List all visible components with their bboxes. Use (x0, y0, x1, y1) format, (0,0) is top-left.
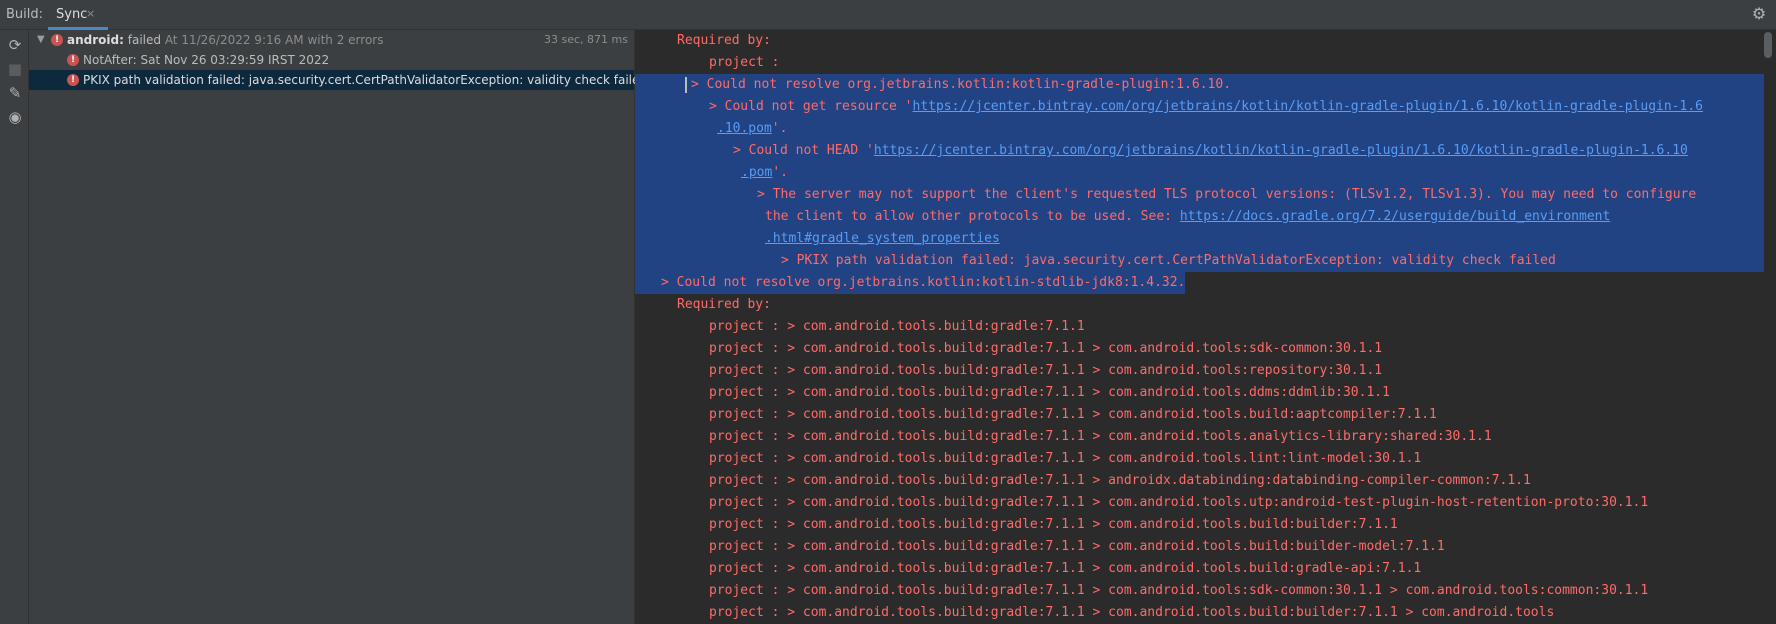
console-text: project : > com.android.tools.build:grad… (709, 583, 1649, 598)
build-duration: 33 sec, 871 ms (544, 33, 628, 46)
console-text: project : > com.android.tools.build:grad… (709, 363, 1383, 378)
console-text: project : > com.android.tools.build:grad… (709, 539, 1445, 554)
console-text: project : > com.android.tools.build:grad… (709, 561, 1422, 576)
stop-icon: ■ (7, 60, 23, 78)
text-caret (685, 76, 687, 93)
console-line: > PKIX path validation failed: java.secu… (635, 250, 1764, 272)
console-line: > Could not resolve org.jetbrains.kotlin… (635, 272, 1186, 294)
console-text-suffix: '. (772, 165, 788, 180)
console-text: project : > com.android.tools.build:grad… (709, 385, 1390, 400)
tree-root-label: android: failed At 11/26/2022 9:16 AM wi… (67, 30, 383, 50)
console-line: project : > com.android.tools.build:grad… (635, 492, 1648, 514)
pin-icon[interactable]: ✎ (6, 84, 24, 102)
console-text: the client to allow other protocols to b… (765, 209, 1180, 224)
console-text: > Could not HEAD ' (733, 143, 874, 158)
build-toolbar: ⟳ ■ ✎ ◉ (0, 30, 29, 624)
console-text: project : > com.android.tools.build:grad… (709, 341, 1383, 356)
console-link[interactable]: .pom (741, 165, 772, 180)
console-text: > The server may not support the client'… (757, 187, 1697, 202)
console-line: > The server may not support the client'… (635, 184, 1764, 206)
console-line: project : > com.android.tools.build:grad… (635, 514, 1398, 536)
console-line: project : > com.android.tools.build:grad… (635, 360, 1382, 382)
console-link[interactable]: https://jcenter.bintray.com/org/jetbrain… (874, 143, 1688, 158)
console-line: project : > com.android.tools.build:grad… (635, 448, 1421, 470)
console-text: > PKIX path validation failed: java.secu… (781, 253, 1556, 268)
console-line: .html#gradle_system_properties (635, 228, 1764, 250)
console-text: Required by: (677, 297, 771, 312)
build-label: Build: (6, 7, 44, 22)
console-line: the client to allow other protocols to b… (635, 206, 1764, 228)
console-text: project : > com.android.tools.build:grad… (709, 473, 1531, 488)
tree-root-row[interactable]: ▼ ! android: failed At 11/26/2022 9:16 A… (29, 30, 634, 50)
console-text: project : > com.android.tools.build:grad… (709, 495, 1649, 510)
console-text: project : > com.android.tools.build:grad… (709, 319, 1085, 334)
console-text: project : > com.android.tools.build:grad… (709, 407, 1437, 422)
console-text: project : > com.android.tools.build:grad… (709, 451, 1422, 466)
console-line: project : > com.android.tools.build:grad… (635, 602, 1554, 624)
console-line: project : > com.android.tools.build:grad… (635, 426, 1492, 448)
console-line: > Could not get resource 'https://jcente… (635, 96, 1764, 118)
build-detail: At 11/26/2022 9:16 AM with 2 errors (164, 33, 384, 47)
console-link[interactable]: https://docs.gradle.org/7.2/userguide/bu… (1180, 209, 1610, 224)
console-line: project : > com.android.tools.build:grad… (635, 536, 1445, 558)
eye-icon[interactable]: ◉ (6, 108, 24, 126)
console-text-suffix: '. (771, 121, 788, 136)
error-icon: ! (67, 74, 79, 86)
console-line: project : > com.android.tools.build:grad… (635, 470, 1531, 492)
console-line: project : > com.android.tools.build:grad… (635, 338, 1382, 360)
vertical-scrollbar[interactable] (1764, 30, 1772, 624)
scrollbar-thumb[interactable] (1764, 32, 1772, 58)
project-name: android: (67, 33, 124, 47)
tree-item-selected[interactable]: ! PKIX path validation failed: java.secu… (29, 70, 647, 90)
console-line: .pom'. (635, 162, 1764, 184)
tree-item-label: NotAfter: Sat Nov 26 03:29:59 IRST 2022 (83, 53, 330, 67)
console-text: Required by: (677, 33, 771, 48)
console-link[interactable]: .10.pom (717, 121, 772, 136)
console-text: project : (709, 55, 780, 70)
console-line: project : > com.android.tools.build:grad… (635, 558, 1421, 580)
console-line: > Could not HEAD 'https://jcenter.bintra… (635, 140, 1764, 162)
tab-sync-label: Sync (56, 7, 88, 22)
build-tool-window-header: Build: Sync × ⚙ (0, 0, 1776, 30)
chevron-down-icon[interactable]: ▼ (37, 30, 45, 50)
build-tree: ▼ ! android: failed At 11/26/2022 9:16 A… (29, 30, 647, 624)
console-line: project : > com.android.tools.build:grad… (635, 580, 1648, 602)
console-text: project : > com.android.tools.build:grad… (709, 517, 1398, 532)
console-text: > Could not get resource ' (709, 99, 913, 114)
console-link[interactable]: .html#gradle_system_properties (765, 231, 1000, 246)
console-text: > Could not resolve org.jetbrains.kotlin… (661, 275, 1186, 290)
build-status: failed (127, 33, 161, 47)
sync-icon[interactable]: ⟳ (6, 36, 24, 54)
console-line: Required by: (635, 294, 771, 316)
error-icon: ! (51, 34, 63, 46)
tree-item[interactable]: ! NotAfter: Sat Nov 26 03:29:59 IRST 202… (29, 50, 634, 70)
console-line: project : > com.android.tools.build:grad… (635, 382, 1390, 404)
tree-item-label: PKIX path validation failed: java.securi… (83, 73, 647, 87)
tab-sync[interactable]: Sync × (48, 0, 108, 30)
console-line: project : > com.android.tools.build:grad… (635, 404, 1437, 426)
gear-icon[interactable]: ⚙ (1750, 5, 1768, 23)
console-text: project : > com.android.tools.build:grad… (709, 605, 1555, 620)
console-line: > Could not resolve org.jetbrains.kotlin… (635, 74, 1764, 96)
close-icon[interactable]: × (86, 7, 95, 20)
console-text: > Could not resolve org.jetbrains.kotlin… (691, 77, 1232, 92)
console-line: project : (635, 52, 779, 74)
console-link[interactable]: https://jcenter.bintray.com/org/jetbrain… (913, 99, 1704, 114)
build-output-console[interactable]: Required by: project : > Could not resolve… (635, 30, 1776, 624)
console-line: .10.pom'. (635, 118, 1764, 140)
console-line: project : > com.android.tools.build:grad… (635, 316, 1085, 338)
console-text: project : > com.android.tools.build:grad… (709, 429, 1492, 444)
console-line: Required by: (635, 30, 771, 52)
error-icon: ! (67, 54, 79, 66)
